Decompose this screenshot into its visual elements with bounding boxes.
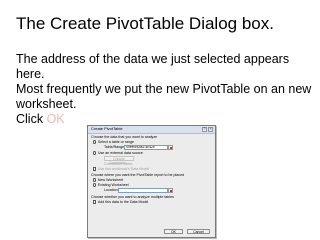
create-pivottable-dialog: Create PivotTable ? × Choose the data th… — [87, 125, 216, 238]
slide-title: The Create PivotTable Dialog box. — [16, 14, 274, 33]
option-select-table[interactable]: Select a table or range — [93, 140, 134, 144]
section-multiple-tables-label: Choose whether you want to analyze multi… — [91, 195, 174, 199]
ok-button[interactable]: OK — [164, 229, 183, 234]
data-model-label: Use this workbook's Data Model — [97, 167, 150, 171]
click-prefix: Click — [16, 112, 47, 126]
section-placement-label: Choose where you want the PivotTable rep… — [91, 173, 185, 177]
dialog-title: Create PivotTable — [91, 126, 123, 131]
option-add-data-model[interactable]: Add this data to the Data Model — [93, 200, 148, 204]
external-source-radio[interactable] — [93, 151, 97, 155]
slide-body: The address of the data we just selected… — [16, 52, 312, 127]
ok-highlight-word: OK — [46, 112, 65, 126]
location-picker-icon[interactable] — [168, 188, 173, 193]
body-line-worksheet: Most frequently we put the new PivotTabl… — [16, 82, 312, 111]
data-model-checkbox[interactable] — [93, 167, 97, 171]
option-external-source[interactable]: Use an external data source — [93, 151, 143, 155]
existing-worksheet-radio[interactable] — [93, 183, 97, 187]
add-data-model-label: Add this data to the Data Model — [97, 200, 149, 204]
range-picker-icon[interactable] — [168, 145, 173, 150]
option-new-worksheet[interactable]: New Worksheet — [93, 178, 123, 182]
option-existing-worksheet[interactable]: Existing Worksheet — [93, 183, 129, 187]
close-icon[interactable]: × — [208, 127, 213, 132]
connection-name-label: Connection name: — [104, 162, 134, 166]
location-input[interactable] — [118, 188, 168, 193]
section-analyze-label: Choose the data that you want to analyze — [91, 135, 158, 139]
cancel-button[interactable]: Cancel — [187, 229, 210, 234]
add-data-model-checkbox[interactable] — [93, 200, 97, 204]
option-data-model[interactable]: Use this workbook's Data Model — [93, 167, 149, 171]
new-worksheet-radio[interactable] — [93, 178, 97, 182]
new-worksheet-label: New Worksheet — [97, 178, 124, 182]
table-range-label: Table/Range: — [104, 145, 126, 149]
select-table-radio[interactable] — [93, 140, 97, 144]
select-table-label: Select a table or range — [97, 140, 135, 144]
choose-connection-button[interactable]: Choose Connection... — [104, 156, 134, 165]
body-line-address: The address of the data we just selected… — [16, 52, 290, 81]
existing-worksheet-label: Existing Worksheet — [97, 183, 129, 187]
location-label: Location: — [104, 188, 119, 192]
table-range-input[interactable]: Sheet5!$A$1:$E$28 — [124, 145, 168, 150]
external-source-label: Use an external data source — [97, 151, 143, 155]
dialog-titlebar: Create PivotTable ? × — [88, 126, 215, 134]
help-icon[interactable]: ? — [202, 127, 207, 132]
